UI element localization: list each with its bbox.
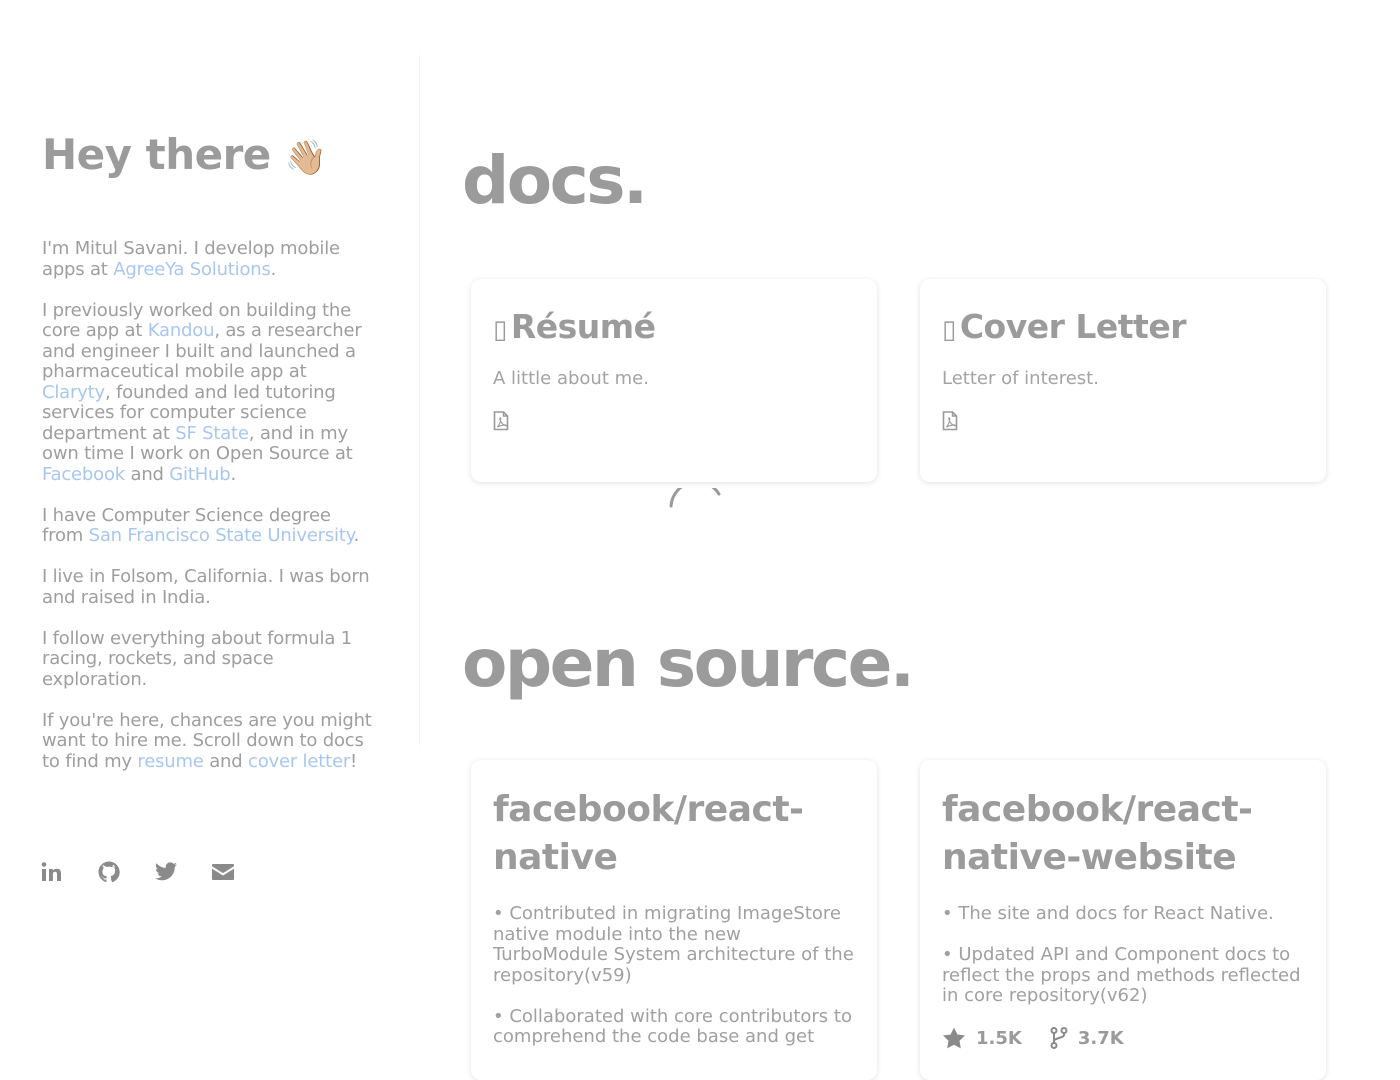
repo-bullet: • The site and docs for React Native. xyxy=(942,903,1274,924)
resume-card-title: ▯ Résumé xyxy=(493,307,855,346)
repo-name: facebook/react-native xyxy=(493,789,804,878)
bio: I'm Mitul Savani. I develop mobile apps … xyxy=(42,238,377,793)
repo-stats: 1.5K 3.7K xyxy=(942,1027,1304,1049)
github-icon xyxy=(98,861,120,883)
bio-text: . xyxy=(270,258,277,280)
repo-bullet: • Updated API and Component docs to refl… xyxy=(942,944,1301,1006)
open-source-section-title: open source. xyxy=(462,625,915,702)
social-links xyxy=(40,860,235,884)
bio-paragraph: I live in Folsom, California. I was born… xyxy=(42,566,377,608)
star-icon xyxy=(943,1027,965,1049)
pdf-file-icon xyxy=(493,411,509,431)
bio-link[interactable]: Claryty xyxy=(42,382,105,403)
bio-paragraph: If you're here, chances are you might wa… xyxy=(42,710,377,773)
repo-bullet: • Contributed in migrating ImageStore na… xyxy=(493,903,854,986)
forks-stat: 3.7K xyxy=(1050,1027,1124,1049)
bio-link[interactable]: resume xyxy=(137,751,203,772)
bio-paragraph: I previously worked on building the core… xyxy=(42,300,377,486)
resume-card[interactable]: ▯ Résumé A little about me. xyxy=(471,279,877,482)
email-icon xyxy=(212,864,234,880)
bio-link[interactable]: GitHub xyxy=(169,464,230,485)
bio-paragraph: I'm Mitul Savani. I develop mobile apps … xyxy=(42,238,377,280)
stars-stat: 1.5K xyxy=(942,1027,1022,1049)
bio-paragraph: I follow everything about formula 1 raci… xyxy=(42,627,377,691)
resume-pdf-link[interactable] xyxy=(493,411,509,431)
loading-spinner-icon xyxy=(669,488,721,508)
twitter-icon xyxy=(155,862,177,881)
stars-count: 1.5K xyxy=(976,1027,1022,1049)
resume-description: A little about me. xyxy=(493,368,649,389)
greeting-title: Hey there 👋🏼 xyxy=(42,130,327,179)
cover-letter-card-title: ▯ Cover Letter xyxy=(942,307,1304,346)
bio-link[interactable]: SF State xyxy=(175,423,249,444)
bio-text: . xyxy=(353,525,360,546)
docs-section-title: docs. xyxy=(462,142,648,219)
resume-title-text: Résumé xyxy=(510,307,656,346)
fork-icon xyxy=(1050,1027,1068,1049)
greeting-text: Hey there xyxy=(42,130,271,179)
cover-letter-emoji: ▯ xyxy=(942,315,956,345)
linkedin-icon xyxy=(41,862,61,881)
cover-letter-description: Letter of interest. xyxy=(942,368,1099,389)
github-link[interactable] xyxy=(97,860,121,884)
repo-description: • Contributed in migrating ImageStore na… xyxy=(493,903,855,1048)
bio-text: I follow everything about formula 1 raci… xyxy=(42,627,352,690)
bio-link[interactable]: AgreeYa Solutions xyxy=(113,259,271,280)
bio-text: I live in Folsom, California. I was born… xyxy=(42,566,370,608)
forks-count: 3.7K xyxy=(1077,1027,1124,1049)
twitter-link[interactable] xyxy=(154,860,178,884)
bio-link[interactable]: cover letter xyxy=(248,751,350,772)
bio-link[interactable]: Facebook xyxy=(42,464,125,485)
pdf-file-icon xyxy=(942,411,958,431)
email-link[interactable] xyxy=(211,860,235,884)
cover-letter-pdf-link[interactable] xyxy=(942,411,958,431)
resume-emoji: ▯ xyxy=(493,315,507,345)
sidebar-divider xyxy=(419,55,420,745)
repo-card-react-native-website[interactable]: facebook/react-native-website • The site… xyxy=(920,760,1326,1080)
bio-link[interactable]: Kandou xyxy=(148,320,215,341)
repo-bullet: • Collaborated with core contributors to… xyxy=(493,1005,852,1047)
cover-letter-card[interactable]: ▯ Cover Letter Letter of interest. xyxy=(920,279,1326,482)
linkedin-link[interactable] xyxy=(40,860,64,884)
wave-emoji: 👋🏼 xyxy=(284,138,327,178)
cover-letter-title-text: Cover Letter xyxy=(959,307,1187,346)
bio-text: ! xyxy=(350,750,358,772)
repo-card-react-native[interactable]: facebook/react-native • Contributed in m… xyxy=(471,760,877,1080)
repo-name: facebook/react-native-website xyxy=(942,789,1253,878)
bio-link[interactable]: San Francisco State University xyxy=(89,525,354,546)
bio-text: and xyxy=(124,463,170,485)
sidebar: Hey there 👋🏼 I'm Mitul Savani. I develop… xyxy=(0,0,419,1050)
repo-description: • The site and docs for React Native. • … xyxy=(942,903,1304,1007)
bio-paragraph: I have Computer Science degree from San … xyxy=(42,505,377,547)
bio-text: . xyxy=(230,463,237,485)
bio-text: and xyxy=(203,750,248,772)
